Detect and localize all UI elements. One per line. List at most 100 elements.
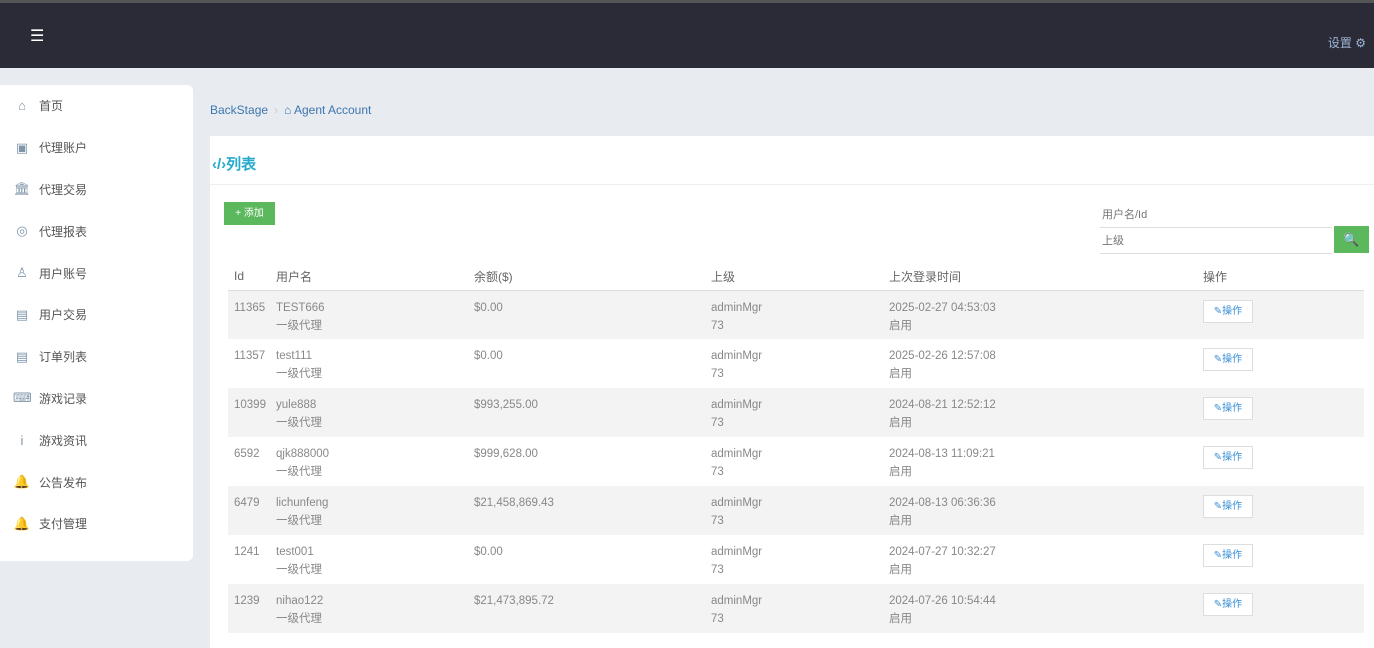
sidebar-item-agent-account[interactable]: ▣ 代理账户 [0, 127, 193, 169]
level-cell: 一级代理 [276, 610, 468, 628]
last-login-cell: 2025-02-26 12:57:08 [889, 347, 1197, 365]
sidebar-item-agent-report[interactable]: ◎ 代理报表 [0, 210, 193, 252]
parent-id-cell: 73 [711, 414, 883, 432]
parent-id-cell: 73 [711, 317, 883, 335]
status-cell: 启用 [889, 561, 1197, 579]
sidebar-item-label: 首页 [39, 97, 63, 114]
column-header: 余额($) [468, 263, 705, 290]
id-cell: 1241 [234, 546, 260, 558]
search-icon: 🔍 [1343, 232, 1359, 247]
username-cell: yule888 [276, 396, 468, 414]
level-cell: 一级代理 [276, 561, 468, 579]
username-cell: lichunfeng [276, 494, 468, 512]
payment-icon: 🔔 [13, 516, 31, 532]
status-cell: 启用 [889, 463, 1197, 481]
sidebar-item-label: 支付管理 [39, 515, 87, 532]
column-header: 操作 [1197, 263, 1364, 290]
parent-id-cell: 73 [711, 512, 883, 530]
parent-cell: adminMgr [711, 494, 883, 512]
agent-report-icon: ◎ [13, 223, 31, 239]
search-button[interactable]: 🔍 [1334, 226, 1369, 253]
id-cell: 6592 [234, 448, 260, 460]
username-cell: test111 [276, 347, 468, 365]
table-row: 11357 test111一级代理 $0.00 adminMgr73 2025-… [228, 339, 1364, 388]
level-cell: 一级代理 [276, 512, 468, 530]
sidebar-item-announcement[interactable]: 🔔公告发布 [0, 461, 193, 503]
parent-search-input[interactable] [1100, 228, 1332, 254]
operate-button[interactable]: ✎操作 [1203, 348, 1253, 371]
table-row: 1239 nihao122一级代理 $21,473,895.72 adminMg… [228, 584, 1364, 633]
level-cell: 一级代理 [276, 365, 468, 383]
status-cell: 启用 [889, 610, 1197, 628]
page-title: ‹/›列表 [210, 136, 1374, 185]
top-bar: ☰ 设置 ⚙ [0, 0, 1374, 68]
sidebar-item-payment[interactable]: 🔔 支付管理 [0, 503, 193, 545]
username-search-input[interactable] [1100, 202, 1332, 228]
last-login-cell: 2024-08-21 12:52:12 [889, 396, 1197, 414]
sidebar-item-user-account[interactable]: ♙用户账号 [0, 252, 193, 294]
user-account-icon: ♙ [13, 265, 31, 281]
status-cell: 启用 [889, 317, 1197, 335]
username-cell: test001 [276, 543, 468, 561]
level-cell: 一级代理 [276, 463, 468, 481]
status-cell: 启用 [889, 414, 1197, 432]
agent-trade-icon: 🏛 [13, 181, 31, 197]
sidebar-item-home[interactable]: ⌂首页 [0, 85, 193, 127]
settings-button[interactable]: 设置 ⚙ [1328, 34, 1366, 51]
breadcrumb-backstage[interactable]: BackStage [210, 103, 268, 117]
parent-cell: adminMgr [711, 299, 883, 317]
list-panel: ‹/›列表 + 添加 🔍 Id用户名余额($)上级上次登录时间操作 11365 … [210, 136, 1374, 648]
balance-cell: $21,473,895.72 [474, 595, 554, 607]
id-cell: 11357 [234, 350, 265, 362]
operate-button[interactable]: ✎操作 [1203, 593, 1253, 616]
user-trade-icon: ▤ [13, 307, 31, 323]
sidebar-item-label: 代理交易 [39, 181, 87, 198]
balance-cell: $0.00 [474, 350, 503, 362]
breadcrumb: BackStage›⌂ Agent Account [210, 103, 371, 117]
sidebar-item-label: 订单列表 [39, 348, 87, 365]
operate-button[interactable]: ✎操作 [1203, 544, 1253, 567]
balance-cell: $21,458,869.43 [474, 497, 554, 509]
sidebar-item-label: 游戏资讯 [39, 432, 87, 449]
sidebar-item-agent-trade[interactable]: 🏛 代理交易 [0, 169, 193, 211]
id-cell: 11365 [234, 302, 265, 314]
parent-cell: adminMgr [711, 347, 883, 365]
breadcrumb-agent-account[interactable]: ⌂ Agent Account [284, 103, 371, 117]
parent-cell: adminMgr [711, 445, 883, 463]
agent-account-icon: ▣ [13, 140, 31, 156]
parent-id-cell: 73 [711, 463, 883, 481]
id-cell: 6479 [234, 497, 260, 509]
balance-cell: $0.00 [474, 546, 503, 558]
table-row: 6592 qjk888000一级代理 $999,628.00 adminMgr7… [228, 437, 1364, 486]
sidebar-item-game-news[interactable]: i 游戏资讯 [0, 419, 193, 461]
username-cell: nihao122 [276, 592, 468, 610]
sidebar-item-game-record[interactable]: ⌨游戏记录 [0, 378, 193, 420]
menu-toggle-icon[interactable]: ☰ [30, 31, 46, 43]
order-list-icon: ▤ [13, 349, 31, 365]
sidebar-item-order-list[interactable]: ▤ 订单列表 [0, 336, 193, 378]
sidebar-item-label: 公告发布 [39, 474, 87, 491]
parent-cell: adminMgr [711, 543, 883, 561]
balance-cell: $999,628.00 [474, 448, 538, 460]
add-button[interactable]: + 添加 [224, 202, 275, 225]
game-news-icon: i [13, 433, 31, 448]
id-cell: 10399 [234, 399, 266, 411]
sidebar: ⌂首页▣代理账户🏛代理交易◎代理报表♙用户账号▤用户交易▤订单列表⌨游戏记录i游… [0, 85, 193, 561]
column-header: 上次登录时间 [883, 263, 1197, 290]
username-cell: TEST666 [276, 299, 468, 317]
sidebar-item-label: 代理报表 [39, 223, 87, 240]
game-record-icon: ⌨ [13, 390, 31, 406]
balance-cell: $993,255.00 [474, 399, 538, 411]
level-cell: 一级代理 [276, 317, 468, 335]
status-cell: 启用 [889, 365, 1197, 383]
operate-button[interactable]: ✎操作 [1203, 300, 1253, 323]
table-row: 10399 yule888一级代理 $993,255.00 adminMgr73… [228, 388, 1364, 437]
column-header: 上级 [705, 263, 883, 290]
operate-button[interactable]: ✎操作 [1203, 446, 1253, 469]
sidebar-item-label: 代理账户 [39, 139, 87, 156]
last-login-cell: 2024-07-27 10:32:27 [889, 543, 1197, 561]
operate-button[interactable]: ✎操作 [1203, 495, 1253, 518]
operate-button[interactable]: ✎操作 [1203, 397, 1253, 420]
sidebar-item-user-trade[interactable]: ▤用户交易 [0, 294, 193, 336]
status-cell: 启用 [889, 512, 1197, 530]
